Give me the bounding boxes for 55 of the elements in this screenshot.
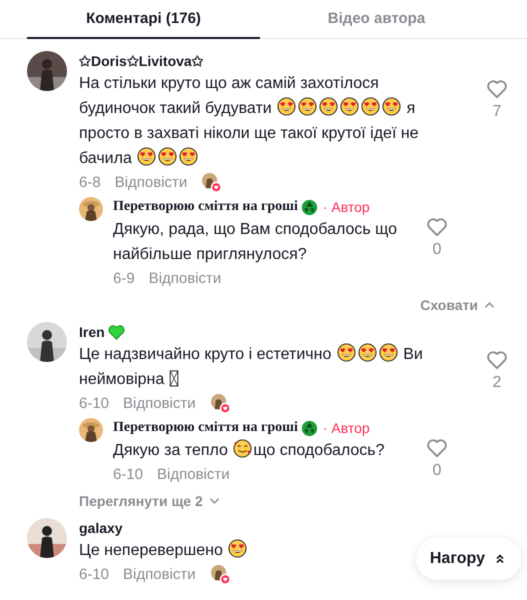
comment-text: Дякую, рада, що Вам сподобалось що найбільше приглянулося? <box>113 220 398 265</box>
author-label: · Автор <box>322 420 370 436</box>
like-icon[interactable] <box>486 350 508 370</box>
heart-eyes-emoji-icon <box>158 147 178 166</box>
comment-text: На стільки круто що аж самій захотілося будиночок такий будувати я просто в захваті ніколи ще такої крутої ідеї не бачила <box>79 74 420 169</box>
missing-glyph-icon <box>168 370 179 387</box>
like-count: 0 <box>432 462 442 480</box>
double-chevron-up-icon <box>495 553 505 565</box>
heart-icon <box>108 324 125 340</box>
like-icon[interactable] <box>486 79 508 99</box>
chevron-icon <box>208 497 220 505</box>
heart-eyes-emoji-icon <box>378 343 398 362</box>
heart-eyes-emoji-icon <box>361 97 380 116</box>
back-to-top-button[interactable]: Нагору <box>416 538 521 580</box>
like-count: 0 <box>432 241 442 259</box>
comment-date: 6-10 <box>79 395 110 412</box>
username[interactable]: ✩Doris✩Livitova✩ <box>79 53 204 69</box>
like-count: 7 <box>492 103 502 121</box>
heart-eyes-emoji-icon <box>298 97 318 116</box>
heart-eyes-emoji-icon <box>358 343 377 362</box>
reply-link[interactable]: Відповісти <box>157 466 230 483</box>
username[interactable]: Перетворюю сміття на гроші <box>113 199 298 215</box>
heart-eyes-emoji-icon <box>319 97 338 116</box>
tab[interactable]: Відео автора <box>260 0 493 39</box>
like-count: 2 <box>492 374 502 392</box>
username[interactable]: galaxy <box>79 520 123 536</box>
comment-text: Дякую за тепло що сподобалось? <box>113 438 407 463</box>
recycle-icon <box>300 420 318 436</box>
like-icon[interactable] <box>426 438 448 458</box>
reply-link[interactable]: Відповісти <box>114 174 188 191</box>
author-label: · Автор <box>322 199 370 215</box>
comment-date: 6-10 <box>113 466 144 483</box>
replies-toggle[interactable]: Сховати <box>420 296 495 314</box>
comment-date: 6-9 <box>113 270 135 287</box>
reply-link[interactable]: Відповісти <box>123 395 196 412</box>
smiling-face-icon <box>233 439 252 458</box>
chevron-icon <box>484 301 495 309</box>
heart-eyes-emoji-icon <box>228 539 248 558</box>
comment-date: 6-8 <box>79 174 101 191</box>
reply-link[interactable]: Відповісти <box>148 270 222 287</box>
heart-eyes-emoji-icon <box>382 97 402 116</box>
heart-eyes-emoji-icon <box>179 147 198 166</box>
tab[interactable]: Коментарі (176) <box>27 0 260 39</box>
username[interactable]: Iren <box>79 324 105 340</box>
comment-date: 6-10 <box>79 566 110 583</box>
comment-text: Це надзвичайно круто і естетично Ви неймовірна <box>79 342 449 392</box>
reply-link[interactable]: Відповісти <box>123 566 196 583</box>
heart-eyes-emoji-icon <box>336 343 356 362</box>
username[interactable]: Перетворюю сміття на гроші <box>113 420 298 436</box>
recycle-icon <box>300 198 318 216</box>
heart-eyes-emoji-icon <box>137 147 156 166</box>
heart-eyes-emoji-icon <box>340 97 360 116</box>
heart-eyes-emoji-icon <box>277 97 296 116</box>
like-icon[interactable] <box>426 217 448 237</box>
replies-toggle[interactable]: Переглянути ще 2 <box>79 492 220 510</box>
